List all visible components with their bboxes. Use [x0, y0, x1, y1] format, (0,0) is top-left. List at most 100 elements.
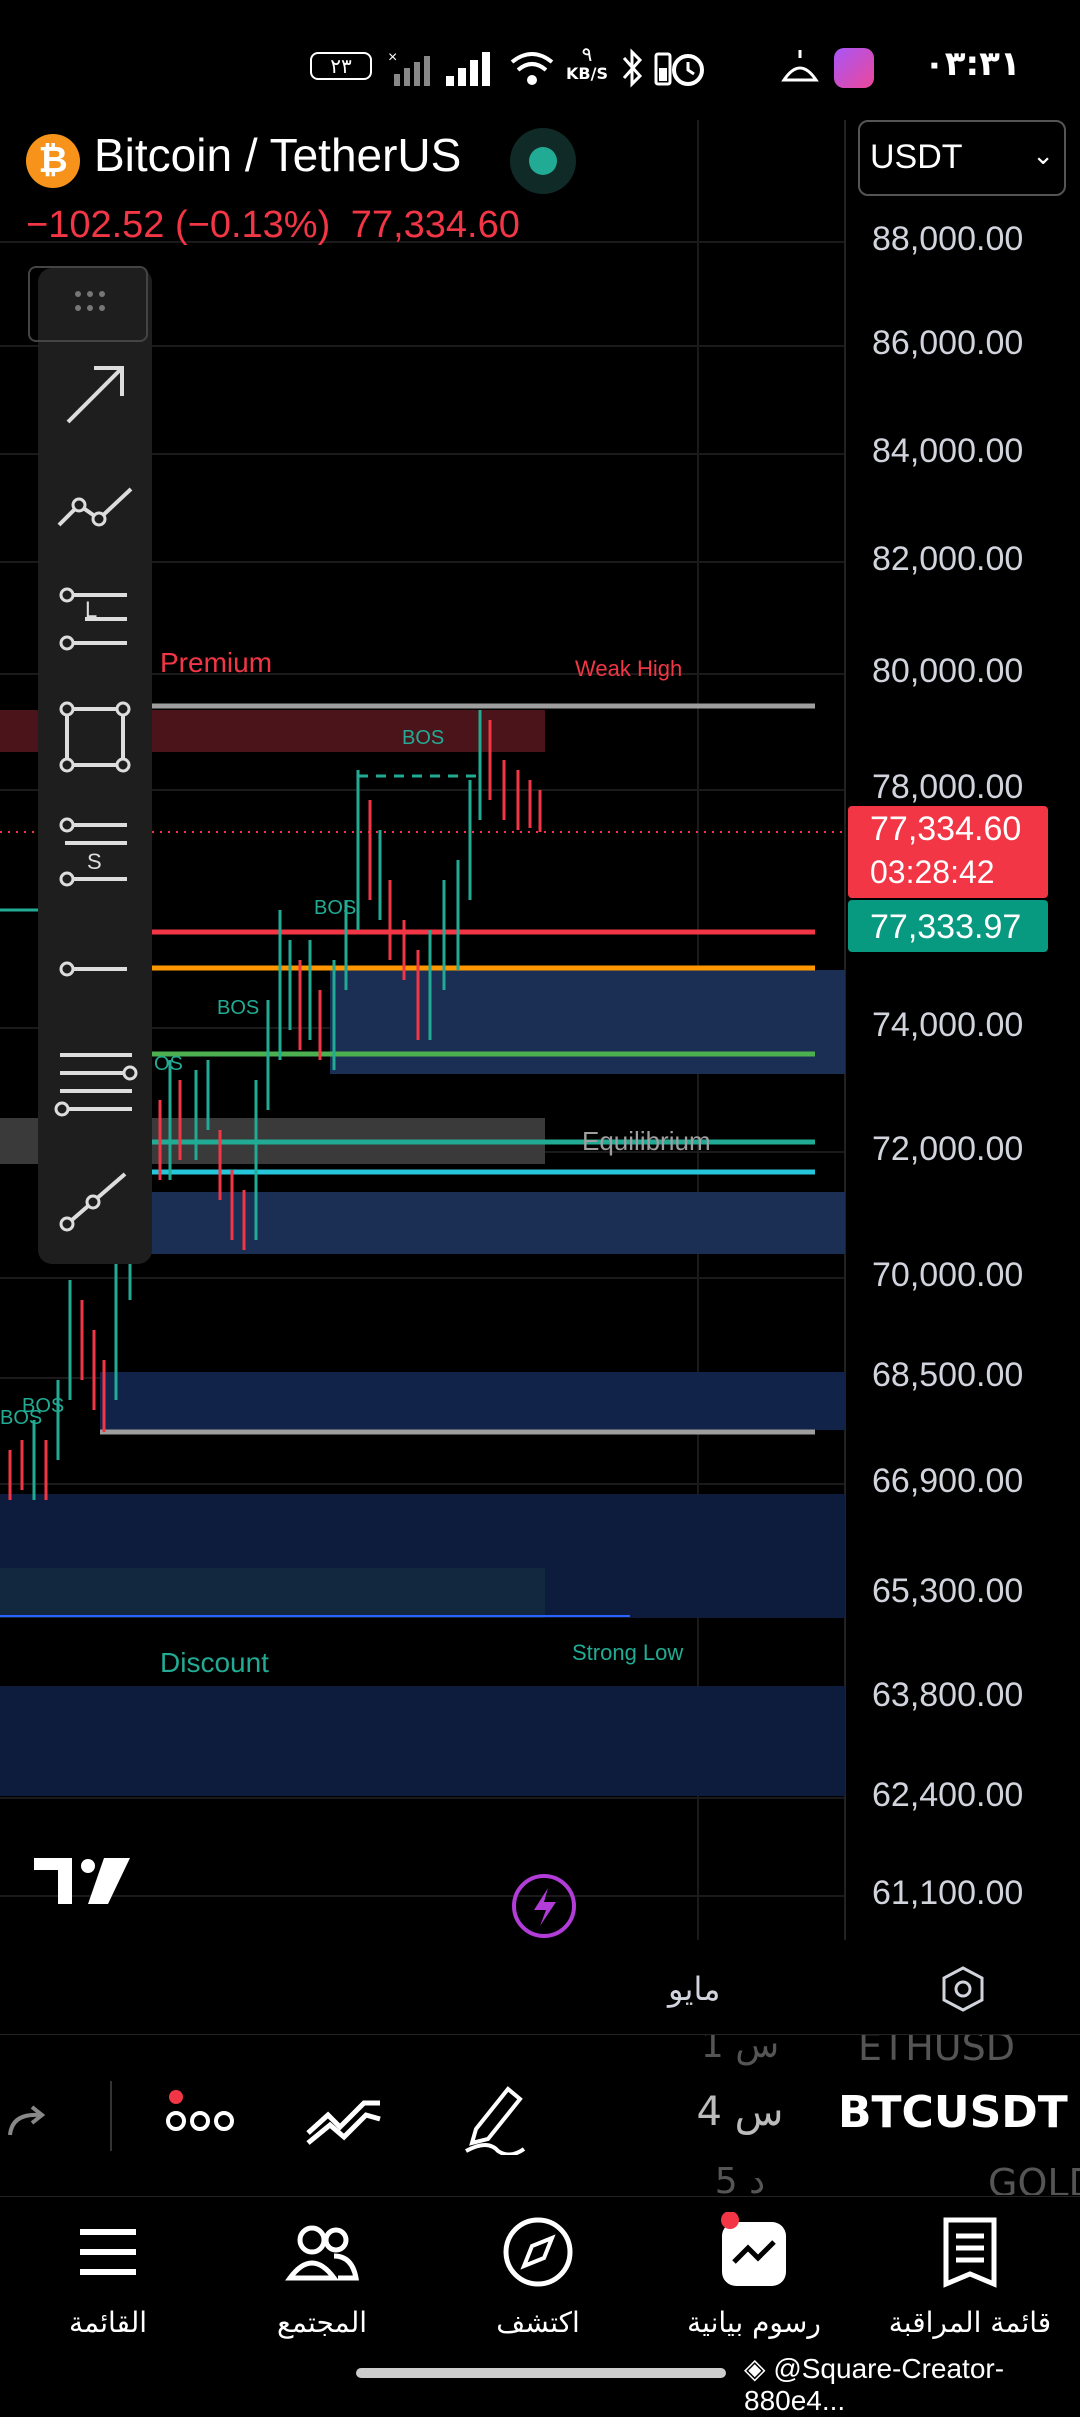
price-label: 62,400.00	[872, 1776, 1024, 1814]
nav-label: القائمة	[69, 2306, 147, 2339]
drawing-toolbar: L S	[28, 266, 152, 1264]
pencil-icon[interactable]	[458, 2079, 528, 2155]
binance-icon: ◈	[744, 2352, 766, 2385]
clock: ٠٣:٣١	[924, 44, 1021, 84]
home-indicator[interactable]	[356, 2368, 726, 2378]
bitcoin-icon: ₿	[26, 134, 80, 188]
bos-label-6: BOS	[0, 1407, 42, 1429]
price-label: 74,000.00	[872, 1006, 1024, 1044]
community-icon	[285, 2225, 359, 2281]
order-block-4	[100, 1372, 845, 1430]
nav-explore[interactable]: اكتشف	[438, 2200, 638, 2370]
network-speed: ٩ KB/S	[566, 42, 608, 83]
status-bar: ٢٣ × ٩ KB/S ٠٣:٣١	[0, 0, 1080, 120]
toolbar-divider	[110, 2081, 112, 2151]
more-tools-icon[interactable]	[162, 2085, 238, 2145]
bos-label-4: OS	[154, 1053, 183, 1075]
discount-zone-3	[0, 1686, 845, 1796]
bid-price-tag: 77,333.97	[848, 900, 1048, 952]
price-label: 68,500.00	[872, 1356, 1024, 1394]
price-label: 66,900.00	[872, 1462, 1024, 1500]
market-status-icon[interactable]	[510, 128, 576, 194]
watermark: ◈ @Square-Creator-880e4...	[744, 2352, 1005, 2416]
premium-label: Premium	[160, 647, 272, 678]
interval-next[interactable]: 5 د	[690, 2161, 790, 2195]
nav-label: رسوم بيانية	[687, 2306, 821, 2339]
bluetooth-icon	[622, 48, 643, 88]
nav-label: المجتمع	[276, 2306, 368, 2339]
watchlist-icon	[943, 2217, 997, 2288]
arrow-tool-icon[interactable]	[38, 350, 152, 440]
currency-value: USDT	[870, 138, 963, 176]
bos-label-2: BOS	[314, 897, 356, 919]
price-label: 61,100.00	[872, 1874, 1024, 1912]
symbol-next[interactable]: GOLD	[988, 2161, 1080, 2195]
price-label: 88,000.00	[872, 220, 1024, 258]
strong-low-label: Strong Low	[572, 1640, 683, 1665]
interval-prev[interactable]: 1 س	[690, 2035, 790, 2066]
app-shortcut-icon	[834, 48, 874, 88]
trend-line-icon[interactable]	[38, 464, 152, 554]
chevron-down-icon: ⌄	[1032, 140, 1054, 170]
nav-menu[interactable]: القائمة	[8, 2200, 208, 2370]
price-label: 65,300.00	[872, 1572, 1024, 1610]
signal-x-icon: ×	[388, 49, 430, 86]
price-label: 84,000.00	[872, 432, 1024, 470]
horizontal-ray-icon[interactable]	[38, 924, 152, 1014]
parallel-channel-icon[interactable]	[38, 1038, 152, 1128]
fib-tool-icon[interactable]: S	[38, 808, 152, 898]
bos-label-3: BOS	[217, 997, 259, 1019]
symbol-current[interactable]: BTCUSDT	[838, 2087, 1068, 2138]
path-tool-icon[interactable]	[38, 1156, 152, 1246]
order-block-1	[330, 970, 845, 1074]
pair-title[interactable]: Bitcoin / TetherUS	[94, 128, 461, 182]
price-label: 80,000.00	[872, 652, 1024, 690]
last-price: 77,334.60	[350, 204, 520, 246]
drawings-icon[interactable]	[304, 2089, 384, 2149]
weather-icon	[781, 50, 819, 82]
tradingview-logo[interactable]	[34, 1858, 130, 1904]
bos-dashed-box	[356, 774, 478, 800]
price-label: 86,000.00	[872, 324, 1024, 362]
discount-zone-2	[0, 1568, 545, 1618]
current-price-tag: 77,334.60 03:28:42	[848, 806, 1048, 898]
currency-select[interactable]: USDT ⌄	[858, 120, 1066, 196]
svg-text:L: L	[85, 597, 97, 622]
interval-current[interactable]: 4 س	[690, 2089, 790, 2135]
price-label: 70,000.00	[872, 1256, 1024, 1294]
price-label: 72,000.00	[872, 1130, 1024, 1168]
equilibrium-label: Equilibrium	[582, 1126, 711, 1156]
chart-settings-icon[interactable]	[938, 1964, 988, 2014]
nav-watchlist[interactable]: قائمة المراقبة	[870, 2200, 1070, 2370]
compass-icon	[503, 2217, 573, 2287]
nav-label: اكتشف	[496, 2306, 580, 2339]
symbol-prev[interactable]: ETHUSD	[858, 2035, 1015, 2069]
change-value: −102.52 (−0.13%)	[26, 204, 331, 246]
symbol-picker[interactable]: 1 س ETHUSD 4 س BTCUSDT 5 د GOLD	[690, 2035, 1080, 2195]
time-axis-label: مايو	[668, 1970, 721, 2008]
weak-high-label: Weak High	[575, 656, 682, 681]
wifi-icon	[510, 52, 554, 85]
nav-community[interactable]: المجتمع	[222, 2200, 422, 2370]
nav-label: قائمة المراقبة	[888, 2306, 1052, 2339]
signal-icon	[446, 52, 490, 86]
menu-icon	[80, 2229, 136, 2275]
toolbar-drag-handle[interactable]	[28, 266, 148, 342]
alarm-icon	[672, 54, 704, 86]
lightning-icon[interactable]	[512, 1874, 576, 1938]
svg-text:S: S	[87, 849, 102, 874]
price-chart[interactable]: Premium Weak High BOS BOS BOS OS BOS BOS…	[0, 120, 1080, 2020]
nav-charts[interactable]: رسوم بيانية	[654, 2200, 854, 2370]
chart-icon	[721, 2212, 786, 2286]
battery-icon: ٢٣	[310, 52, 372, 80]
price-change: −102.52 (−0.13%) 77,334.60	[26, 204, 520, 247]
price-label: 78,000.00	[872, 768, 1024, 806]
regression-tool-icon[interactable]: L	[38, 576, 152, 666]
redo-icon[interactable]	[6, 2101, 50, 2141]
svg-text:×: ×	[388, 49, 397, 66]
rectangle-tool-icon[interactable]	[38, 692, 152, 782]
chart-bottom-toolbar: 1 س ETHUSD 4 س BTCUSDT 5 د GOLD	[0, 2034, 1080, 2195]
bos-label-1: BOS	[402, 727, 444, 749]
price-label: 63,800.00	[872, 1676, 1024, 1714]
discount-label: Discount	[160, 1647, 269, 1678]
